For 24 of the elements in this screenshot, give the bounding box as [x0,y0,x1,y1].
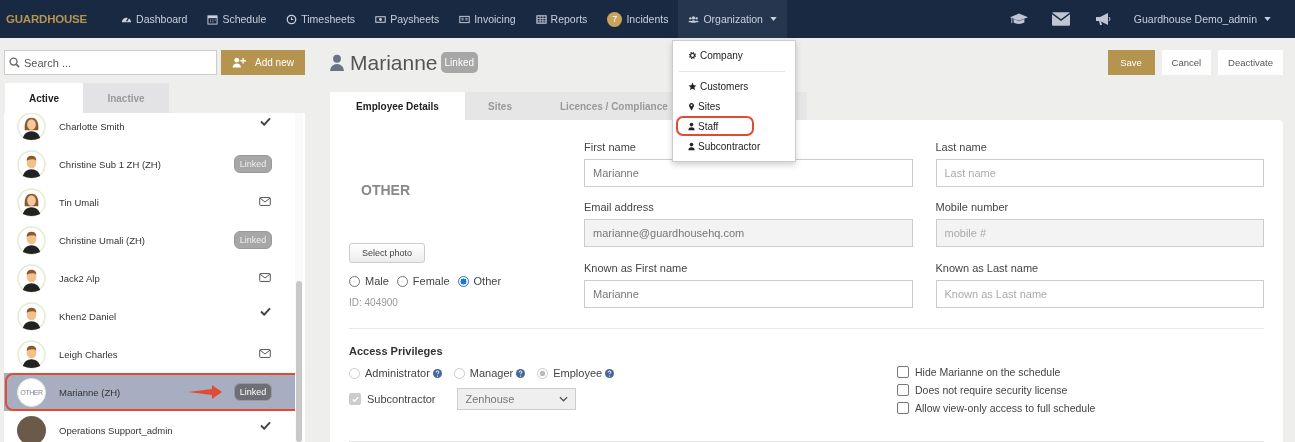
staff-name: Tin Umali [59,196,99,208]
staff-name: Khen2 Daniel [59,310,117,322]
staff-name: Operations Support_admin [59,424,173,436]
staff-name: Leigh Charles [59,348,118,360]
field-label: Mobile number [935,201,1009,214]
field-label: First name [584,141,636,153]
staff-name: Christine Umali (ZH) [59,234,146,246]
staff-name: Marianne (ZH) [59,386,121,398]
field-label: Known as First name [584,261,688,274]
section-title: Access Privileges [349,345,444,357]
count-badge: 7 [607,11,623,27]
linked-badge: Linked [233,383,273,401]
field-label: Last name [935,141,987,153]
linked-badge: Linked [233,155,273,173]
linked-badge: Linked [233,231,273,249]
employee-id: ID: 404900 [349,297,398,308]
field-label: Email address [584,201,654,214]
staff-name: Charlotte Smith [59,120,125,132]
staff-name: Jack2 Alp [59,272,100,284]
staff-name: Christine Sub 1 ZH (ZH) [59,158,161,170]
field-label: Known as Last name [935,261,1039,274]
photo-text: OTHER [361,181,410,198]
employee-name: Marianne [350,50,438,75]
linked-badge: Linked [440,52,479,73]
